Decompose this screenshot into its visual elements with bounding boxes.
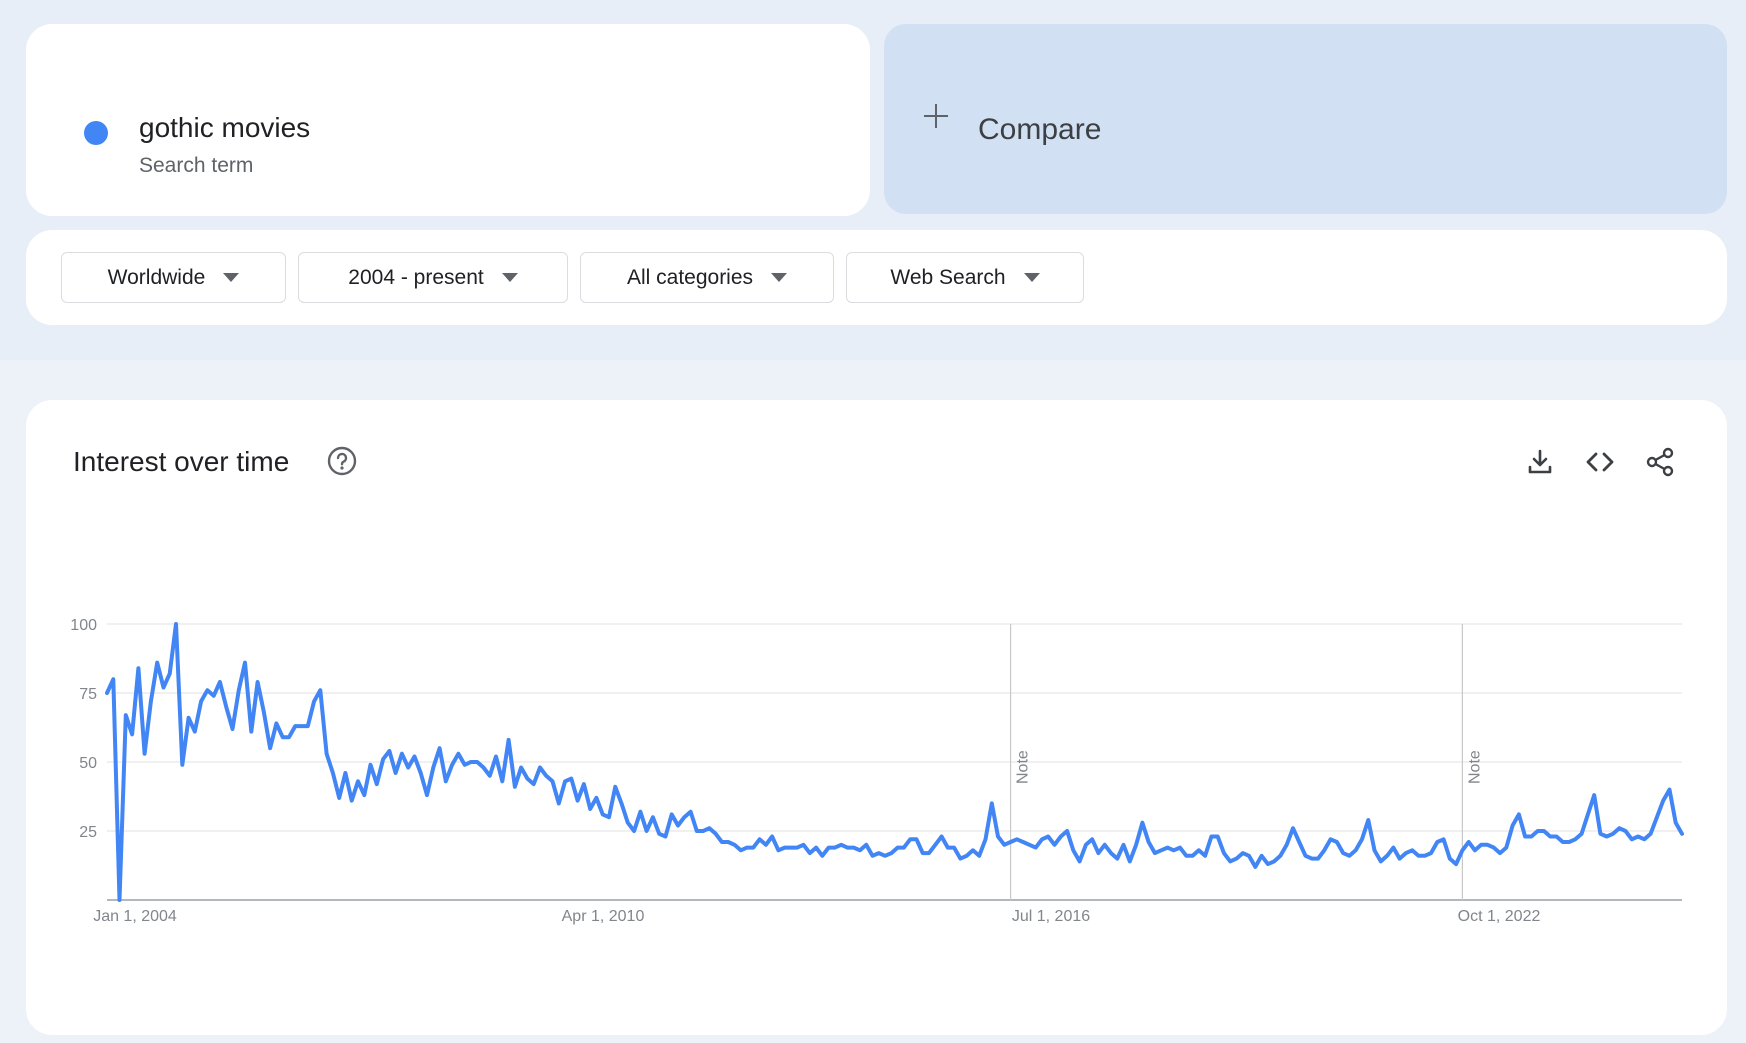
interest-line-chart: 100 75 50 25 Note Note Jan 1, 2004 Apr 1, 2010 J… <box>70 617 1684 925</box>
category-dropdown[interactable]: All categories <box>580 252 834 303</box>
caret-down-icon <box>771 273 788 282</box>
filters-bar: Worldwide 2004 - present All categories … <box>26 230 1727 325</box>
y-tick-label: 100 <box>70 617 97 634</box>
x-tick-label: Jul 1, 2016 <box>1012 908 1090 925</box>
y-tick-label: 75 <box>79 686 97 703</box>
compare-label: Compare <box>978 113 1102 146</box>
search-type-label: Web Search <box>890 265 1006 289</box>
x-tick-label: Jan 1, 2004 <box>93 908 177 925</box>
term-color-dot <box>84 121 108 145</box>
x-tick-label: Apr 1, 2010 <box>562 908 645 925</box>
time-range-dropdown[interactable]: 2004 - present <box>298 252 568 303</box>
y-tick-label: 50 <box>79 755 97 772</box>
time-range-label: 2004 - present <box>348 265 484 289</box>
search-type-dropdown[interactable]: Web Search <box>846 252 1084 303</box>
search-term-card[interactable]: gothic movies Search term <box>26 24 870 216</box>
note-label: Note <box>1015 750 1032 784</box>
y-tick-label: 25 <box>79 824 97 841</box>
plus-icon <box>924 104 948 128</box>
interest-over-time-panel: Interest over time 100 75 50 25 Note Note Jan … <box>26 400 1727 1035</box>
region-filter-dropdown[interactable]: Worldwide <box>61 252 286 303</box>
compare-button[interactable]: Compare <box>884 24 1727 214</box>
category-label: All categories <box>626 265 754 289</box>
note-label: Note <box>1466 750 1483 784</box>
caret-down-icon <box>501 273 518 282</box>
caret-down-icon <box>223 273 240 282</box>
search-term-name[interactable]: gothic movies <box>139 112 310 144</box>
x-tick-label: Oct 1, 2022 <box>1458 908 1541 925</box>
caret-down-icon <box>1023 273 1040 282</box>
search-term-type: Search term <box>139 154 254 177</box>
region-filter-label: Worldwide <box>107 265 206 289</box>
